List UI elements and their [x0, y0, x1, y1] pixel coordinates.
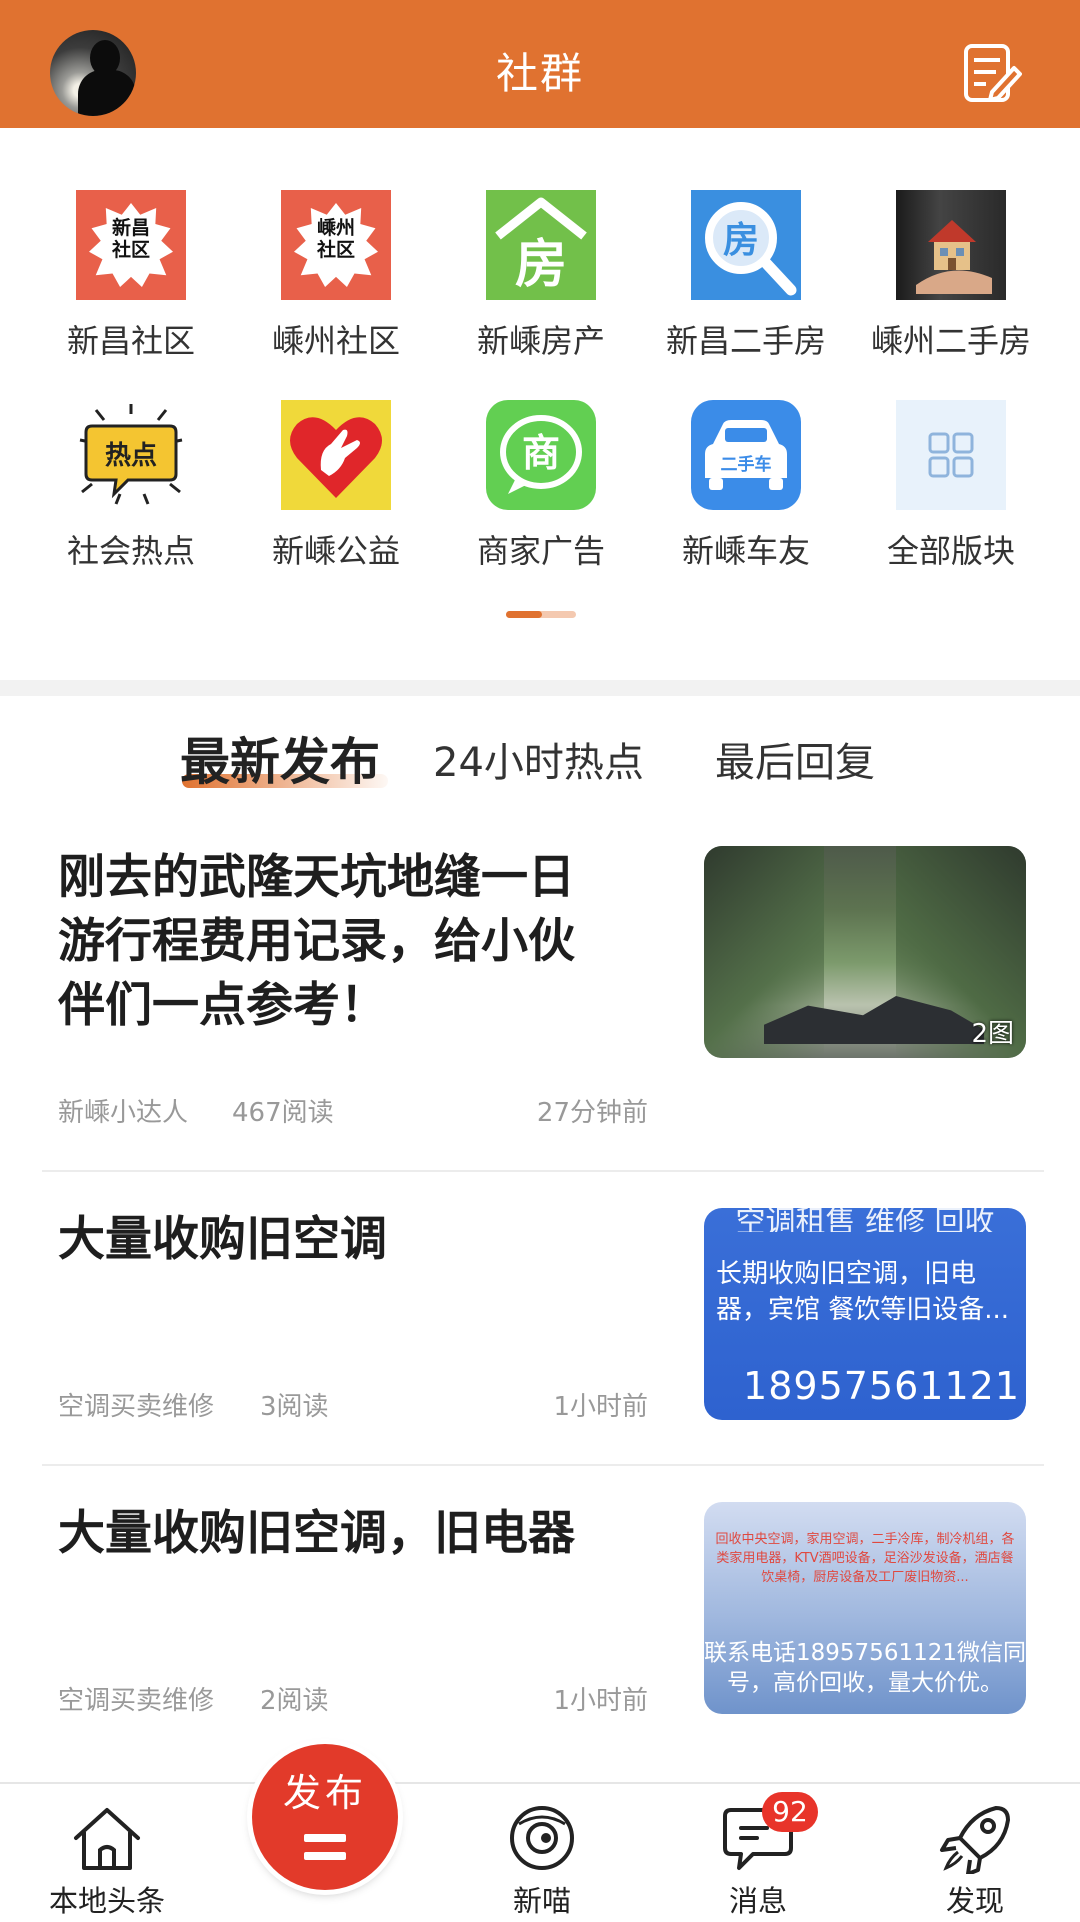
- board-car-friends[interactable]: 二手车 新嵊车友: [643, 400, 849, 572]
- svg-text:商: 商: [522, 431, 560, 475]
- board-label: 社会热点: [66, 532, 195, 570]
- post-time: 1小时前: [553, 1392, 648, 1422]
- post-title[interactable]: 大量收购旧空调，旧电器: [58, 1502, 618, 1566]
- svg-text:二手车: 二手车: [721, 454, 772, 475]
- feed-item[interactable]: 大量收购旧空调，旧电器 回收中央空调，家用空调，二手冷库，制冷机组，各类家用电器…: [0, 1502, 1080, 1722]
- board-social-hotspots[interactable]: 热点 社会热点: [28, 400, 234, 572]
- publish-button[interactable]: 发布: [252, 1744, 398, 1890]
- hot-topics-icon: 热点: [76, 400, 186, 510]
- car-icon: 二手车: [691, 400, 801, 510]
- bottom-navigation: 本地头条 新喵 消息 发现: [0, 1782, 1080, 1922]
- post-thumbnail[interactable]: 空调租售 维修 回收 长期收购旧空调，旧电器，宾馆 餐饮等旧设备... 1895…: [704, 1208, 1026, 1420]
- feed-tabs: 最新发布 24小时热点 最后回复: [0, 718, 1080, 798]
- thumbnail-text: 长期收购旧空调，旧电器，宾馆 餐饮等旧设备...: [716, 1259, 1010, 1325]
- board-shengzhou-community[interactable]: 嵊州 社区 嵊州社区: [233, 190, 439, 362]
- house-in-hand-icon: [896, 190, 1006, 300]
- board-merchant-ads[interactable]: 商 商家广告: [438, 400, 644, 572]
- planet-icon: [510, 1806, 574, 1870]
- board-shengzhou-secondhand-house[interactable]: 嵊州二手房: [848, 190, 1054, 362]
- board-grid: 新昌 社区 新昌社区 嵊州 社区 嵊州社区 房 新嵊房产 房 新昌二手房 嵊州二…: [0, 128, 1080, 678]
- image-count-badge: 2图: [971, 1019, 1014, 1049]
- tab-latest[interactable]: 最新发布: [180, 722, 380, 794]
- board-label: 嵊州二手房: [870, 322, 1031, 360]
- board-label: 全部版块: [886, 532, 1015, 570]
- thumbnail-caption: 联系电话18957561121微信同号，高价回收，量大价优。: [704, 1640, 1026, 1696]
- post-time: 1小时前: [553, 1686, 648, 1716]
- xinchang-community-icon: 新昌 社区: [76, 190, 186, 300]
- charity-heart-icon: [281, 400, 391, 510]
- post-title[interactable]: 大量收购旧空调: [58, 1208, 618, 1272]
- grid-icon: [896, 400, 1006, 510]
- publish-label: 发布: [282, 1771, 367, 1815]
- board-label: 嵊州社区: [271, 322, 400, 360]
- board-label: 新昌社区: [66, 322, 195, 360]
- post-read-count: 3阅读: [260, 1392, 329, 1422]
- section-divider: [0, 680, 1080, 696]
- thumbnail-phone: 18957561121: [743, 1364, 1020, 1408]
- board-real-estate[interactable]: 房 新嵊房产: [438, 190, 644, 362]
- svg-text:房: 房: [723, 220, 759, 261]
- nav-xinmiao[interactable]: 新喵: [467, 1802, 617, 1920]
- page-title: 社群: [495, 49, 584, 98]
- board-label: 商家广告: [476, 532, 605, 570]
- real-estate-icon: 房: [486, 190, 596, 300]
- nav-local-headlines[interactable]: 本地头条: [32, 1802, 182, 1920]
- feed-separator: [42, 1170, 1044, 1172]
- merchant-ad-icon: 商: [486, 400, 596, 510]
- shengzhou-community-icon: 嵊州 社区: [281, 190, 391, 300]
- tab-24h-hot[interactable]: 24小时热点: [433, 730, 644, 788]
- post-title[interactable]: 刚去的武隆天坑地缝一日游行程费用记录，给小伙伴们一点参考！: [58, 846, 618, 1038]
- home-icon: [74, 1808, 140, 1870]
- top-header: 社群: [0, 0, 1080, 128]
- post-read-count: 2阅读: [260, 1686, 329, 1716]
- board-label: 新嵊车友: [681, 532, 810, 570]
- nav-discover[interactable]: 发现: [900, 1802, 1050, 1920]
- board-label: 新嵊房产: [476, 322, 605, 360]
- thumbnail-text: 回收中央空调，家用空调，二手冷库，制冷机组，各类家用电器，KTV酒吧设备，足浴沙…: [715, 1532, 1015, 1585]
- compose-post-icon[interactable]: [962, 42, 1022, 104]
- board-label: 新昌二手房: [665, 322, 826, 360]
- post-time: 27分钟前: [536, 1098, 648, 1128]
- page-indicator-active: [506, 611, 542, 618]
- board-charity[interactable]: 新嵊公益: [233, 400, 439, 572]
- post-author[interactable]: 空调买卖维修: [58, 1680, 214, 1717]
- nav-label: 消息: [728, 1884, 787, 1918]
- feed-separator: [42, 1464, 1044, 1466]
- publish-lines-icon: [304, 1834, 346, 1860]
- board-xinchang-community[interactable]: 新昌 社区 新昌社区: [28, 190, 234, 362]
- svg-text:热点: 热点: [105, 440, 157, 471]
- nav-label: 本地头条: [48, 1884, 165, 1918]
- rocket-icon: [940, 1806, 1010, 1874]
- feed-item[interactable]: 刚去的武隆天坑地缝一日游行程费用记录，给小伙伴们一点参考！ 2图 新嵊小达人 4…: [0, 846, 1080, 1172]
- unread-messages-badge: 92: [762, 1792, 818, 1832]
- feed-item[interactable]: 大量收购旧空调 空调租售 维修 回收 长期收购旧空调，旧电器，宾馆 餐饮等旧设备…: [0, 1208, 1080, 1428]
- thumbnail-caption: 空调租售 维修 回收: [735, 1208, 995, 1232]
- post-read-count: 467阅读: [232, 1098, 334, 1128]
- svg-text:房: 房: [515, 235, 567, 295]
- post-author[interactable]: 新嵊小达人: [58, 1092, 188, 1129]
- post-thumbnail[interactable]: 回收中央空调，家用空调，二手冷库，制冷机组，各类家用电器，KTV酒吧设备，足浴沙…: [704, 1502, 1026, 1714]
- board-page-indicator: [506, 611, 576, 618]
- board-label: 新嵊公益: [271, 532, 400, 570]
- post-author[interactable]: 空调买卖维修: [58, 1386, 214, 1423]
- post-thumbnail[interactable]: 2图: [704, 846, 1026, 1058]
- nav-label: 发现: [945, 1884, 1004, 1918]
- tab-last-reply[interactable]: 最后回复: [715, 730, 875, 788]
- house-search-icon: 房: [691, 190, 801, 300]
- board-all-sections[interactable]: 全部版块: [848, 400, 1054, 572]
- board-xinchang-secondhand-house[interactable]: 房 新昌二手房: [643, 190, 849, 362]
- nav-label: 新喵: [512, 1884, 571, 1918]
